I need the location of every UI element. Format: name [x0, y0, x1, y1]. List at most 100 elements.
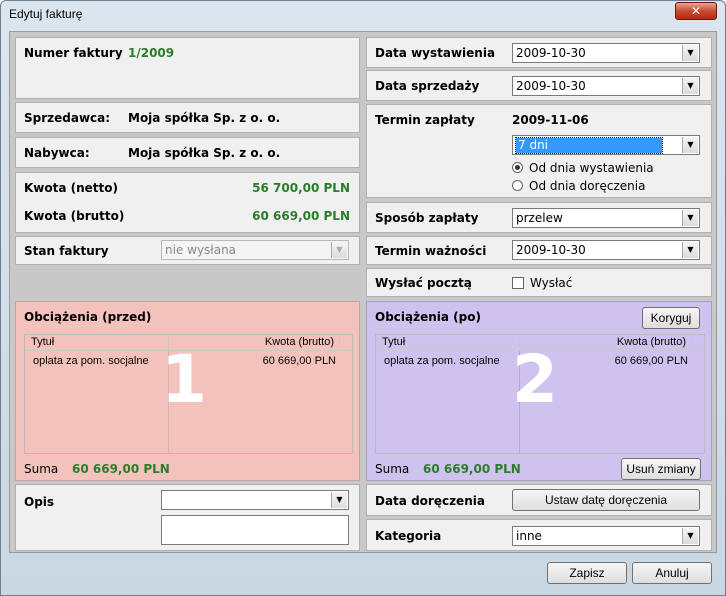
description-textarea[interactable] — [161, 515, 349, 545]
invoice-status-panel: Stan faktury nie wysłana ▼ — [15, 236, 360, 265]
title-bar[interactable]: Edytuj fakturę ✕ — [1, 1, 725, 29]
invoice-number-value: 1/2009 — [128, 46, 175, 60]
send-post-panel: Wysłać pocztą Wysłać — [366, 268, 712, 297]
charges-before-grid[interactable]: Tytuł Kwota (brutto) oplata za pom. socj… — [24, 334, 353, 454]
col-amount-header[interactable]: Kwota (brutto) — [617, 336, 686, 348]
radio-unchecked-icon — [512, 180, 523, 191]
buyer-value: Moja spółka Sp. z o. o. — [128, 146, 281, 160]
close-button[interactable]: ✕ — [675, 2, 717, 20]
description-panel: Opis ▼ — [15, 484, 360, 551]
table-row[interactable]: oplata za pom. socjalne — [33, 355, 149, 367]
sale-date-picker[interactable]: 2009-10-30 ▼ — [512, 76, 700, 96]
amount-net-label: Kwota (netto) — [24, 181, 119, 195]
correct-button[interactable]: Koryguj — [642, 307, 700, 329]
buyer-label: Nabywca: — [24, 146, 90, 160]
footer-bar: Zapisz Anuluj — [9, 557, 717, 589]
invoice-status-label: Stan faktury — [24, 244, 109, 258]
chevron-down-icon[interactable]: ▼ — [682, 528, 698, 544]
close-icon: ✕ — [690, 4, 702, 18]
radio-from-issue[interactable]: Od dnia wystawienia — [512, 161, 654, 175]
payment-method-value: przelew — [516, 211, 563, 225]
payment-method-select[interactable]: przelew ▼ — [512, 208, 700, 228]
form-area: Numer faktury 1/2009 Sprzedawca: Moja sp… — [9, 31, 717, 553]
row-amount: 60 669,00 PLN — [614, 355, 688, 367]
big-number-1: 1 — [161, 341, 207, 418]
window-title: Edytuj fakturę — [9, 7, 83, 21]
chevron-down-icon[interactable]: ▼ — [682, 242, 698, 258]
invoice-number-label: Numer faktury — [24, 46, 123, 60]
col-divider — [691, 335, 692, 351]
table-row-amount[interactable]: 60 669,00 PLN — [263, 355, 336, 367]
buyer-panel: Nabywca: Moja spółka Sp. z o. o. — [15, 137, 360, 168]
invoice-status-select: nie wysłana ▼ — [161, 240, 349, 260]
save-button[interactable]: Zapisz — [547, 562, 627, 584]
sum-value: 60 669,00 PLN — [72, 462, 170, 476]
category-panel: Kategoria inne ▼ — [366, 519, 712, 551]
issue-date-value: 2009-10-30 — [516, 46, 586, 60]
validity-term-value: 2009-10-30 — [516, 243, 586, 257]
charges-after-title: Obciążenia (po) — [375, 310, 481, 324]
description-label: Opis — [24, 495, 55, 509]
delivery-date-panel: Data doręczenia Ustaw datę doręczenia — [366, 484, 712, 516]
issue-date-panel: Data wystawienia 2009-10-30 ▼ — [366, 37, 712, 68]
edit-invoice-window: Edytuj fakturę ✕ Numer faktury 1/2009 Sp… — [0, 0, 726, 596]
validity-term-picker[interactable]: 2009-10-30 ▼ — [512, 240, 700, 260]
charges-after-grid[interactable]: Tytuł Kwota (brutto) oplata za pom. socj… — [375, 334, 705, 454]
category-value: inne — [516, 529, 542, 543]
radio-from-delivery[interactable]: Od dnia doręczenia — [512, 179, 645, 193]
sale-date-value: 2009-10-30 — [516, 79, 586, 93]
chevron-down-icon: ▼ — [331, 242, 347, 258]
charges-before-panel: Obciążenia (przed) Tytuł Kwota (brutto) … — [15, 301, 360, 481]
amounts-panel: Kwota (netto) 56 700,00 PLN Kwota (brutt… — [15, 172, 360, 233]
col-amount-header[interactable]: Kwota (brutto) — [265, 336, 334, 348]
sum-value: 60 669,00 PLN — [423, 462, 521, 476]
chevron-down-icon[interactable]: ▼ — [682, 210, 698, 226]
checkbox-unchecked-icon — [512, 277, 524, 289]
invoice-number-panel: Numer faktury 1/2009 — [15, 37, 360, 99]
payment-term-date: 2009-11-06 — [512, 113, 589, 127]
seller-value: Moja spółka Sp. z o. o. — [128, 111, 281, 125]
chevron-down-icon[interactable]: ▼ — [682, 78, 698, 94]
cancel-button[interactable]: Anuluj — [632, 562, 712, 584]
sale-date-label: Data sprzedaży — [375, 79, 480, 93]
table-row-amount[interactable]: 60 669,00 PLN — [615, 355, 688, 367]
radio-checked-icon — [512, 162, 523, 173]
payment-term-days-select[interactable]: 7 dni ▼ — [512, 135, 700, 155]
amount-gross-label: Kwota (brutto) — [24, 209, 125, 223]
invoice-status-value: nie wysłana — [165, 243, 237, 257]
col-title-header[interactable]: Tytuł — [31, 336, 54, 348]
chevron-down-icon[interactable]: ▼ — [682, 45, 698, 61]
col-title-header[interactable]: Tytuł — [382, 336, 405, 348]
set-delivery-date-button[interactable]: Ustaw datę doręczenia — [512, 489, 700, 511]
validity-term-panel: Termin ważności 2009-10-30 ▼ — [366, 236, 712, 265]
table-row[interactable]: oplata za pom. socjalne — [384, 355, 500, 367]
payment-method-panel: Sposób zapłaty przelew ▼ — [366, 202, 712, 233]
payment-term-days-value: 7 dni — [515, 137, 663, 154]
send-post-checkbox-label: Wysłać — [530, 276, 573, 290]
col-divider — [339, 335, 340, 351]
delivery-date-label: Data doręczenia — [375, 494, 485, 508]
chevron-down-icon[interactable]: ▼ — [331, 492, 347, 508]
charges-before-title: Obciążenia (przed) — [24, 310, 152, 324]
category-label: Kategoria — [375, 529, 442, 543]
remove-changes-button[interactable]: Usuń zmiany — [621, 458, 701, 480]
category-select[interactable]: inne ▼ — [512, 526, 700, 546]
seller-label: Sprzedawca: — [24, 111, 111, 125]
chevron-down-icon[interactable]: ▼ — [682, 137, 698, 153]
sum-label: Suma — [375, 462, 410, 476]
row-title: oplata za pom. socjalne — [33, 355, 149, 367]
row-title: oplata za pom. socjalne — [384, 355, 500, 367]
radio-from-delivery-label: Od dnia doręczenia — [529, 179, 646, 193]
issue-date-picker[interactable]: 2009-10-30 ▼ — [512, 43, 700, 63]
charges-after-panel: Obciążenia (po) Koryguj Tytuł Kwota (bru… — [366, 301, 712, 481]
send-post-checkbox[interactable]: Wysłać — [512, 276, 572, 290]
radio-from-issue-label: Od dnia wystawienia — [529, 161, 654, 175]
payment-method-label: Sposób zapłaty — [375, 211, 479, 225]
send-post-label: Wysłać pocztą — [375, 276, 472, 290]
validity-term-label: Termin ważności — [375, 244, 487, 258]
description-select[interactable]: ▼ — [161, 490, 349, 510]
payment-term-label: Termin zapłaty — [375, 113, 475, 127]
big-number-2: 2 — [512, 341, 558, 418]
issue-date-label: Data wystawienia — [375, 46, 496, 60]
sum-label: Suma — [24, 462, 59, 476]
